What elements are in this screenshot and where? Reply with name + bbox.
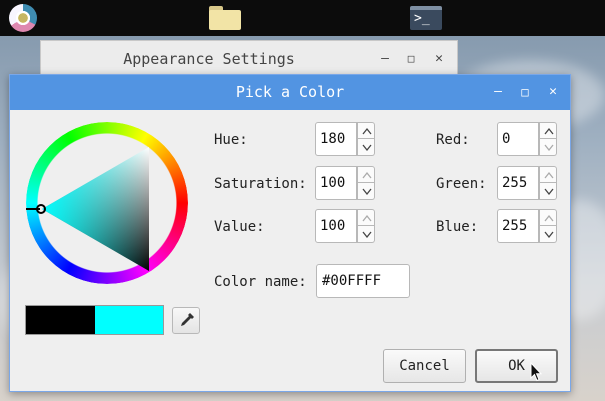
color-name-input[interactable] [316, 264, 410, 298]
green-increment-button[interactable] [539, 166, 557, 183]
red-label: Red: [436, 132, 470, 148]
green-label: Green: [436, 176, 487, 192]
dialog-titlebar[interactable]: Pick a Color – □ ✕ [10, 75, 570, 110]
green-decrement-button[interactable] [539, 183, 557, 200]
terminal-icon[interactable]: >_ [410, 6, 442, 30]
red-decrement-button[interactable] [539, 139, 557, 156]
blue-label: Blue: [436, 219, 479, 235]
chevron-down-icon [544, 144, 554, 151]
saturation-input[interactable] [315, 166, 357, 200]
green-input[interactable] [497, 166, 539, 200]
folder-icon[interactable] [209, 6, 241, 30]
color-preview [25, 305, 164, 335]
close-button[interactable]: ✕ [429, 49, 449, 69]
hue-decrement-button[interactable] [357, 139, 375, 156]
minimize-button[interactable]: – [375, 49, 395, 69]
mouse-cursor-icon [530, 362, 542, 382]
terminal-glyph: >_ [414, 11, 430, 26]
saturation-increment-button[interactable] [357, 166, 375, 183]
value-decrement-button[interactable] [357, 226, 375, 243]
previous-color-swatch [26, 306, 95, 334]
chevron-down-icon [544, 231, 554, 238]
current-color-swatch [95, 306, 163, 334]
taskbar: >_ [0, 0, 605, 36]
hue-input[interactable] [315, 122, 357, 156]
saturation-label: Saturation: [214, 176, 307, 192]
blue-increment-button[interactable] [539, 209, 557, 226]
hue-increment-button[interactable] [357, 122, 375, 139]
chevron-down-icon [544, 188, 554, 195]
chevron-down-icon [362, 188, 372, 195]
pick-color-dialog: Pick a Color – □ ✕ Hue: 180 Saturation: … [9, 74, 571, 392]
blue-input[interactable] [497, 209, 539, 243]
window-title: Appearance Settings [123, 50, 295, 68]
chevron-up-icon [362, 214, 372, 222]
chevron-up-icon [362, 127, 372, 135]
dialog-title: Pick a Color [235, 83, 345, 101]
ok-button[interactable]: OK [475, 349, 558, 383]
value-label: Value: [214, 219, 265, 235]
color-wheel[interactable] [26, 122, 188, 284]
chevron-up-icon [544, 171, 554, 179]
minimize-button[interactable]: – [489, 83, 507, 101]
maximize-button[interactable]: □ [516, 83, 534, 101]
hue-ring-graphic[interactable] [26, 122, 188, 284]
cancel-button[interactable]: Cancel [383, 349, 466, 383]
saturation-decrement-button[interactable] [357, 183, 375, 200]
chevron-up-icon [544, 214, 554, 222]
chevron-down-icon [362, 144, 372, 151]
eyedropper-button[interactable] [172, 307, 200, 334]
close-button[interactable]: ✕ [544, 83, 562, 101]
chromium-icon[interactable] [9, 4, 37, 32]
chevron-up-icon [544, 127, 554, 135]
chevron-down-icon [362, 231, 372, 238]
red-increment-button[interactable] [539, 122, 557, 139]
color-name-label: Color name: [214, 274, 307, 290]
red-input[interactable] [497, 122, 539, 156]
value-input[interactable] [315, 209, 357, 243]
chevron-up-icon [362, 171, 372, 179]
eyedropper-icon [181, 313, 194, 326]
maximize-button[interactable]: □ [401, 49, 421, 69]
hue-label: Hue: [214, 132, 248, 148]
blue-decrement-button[interactable] [539, 226, 557, 243]
value-increment-button[interactable] [357, 209, 375, 226]
